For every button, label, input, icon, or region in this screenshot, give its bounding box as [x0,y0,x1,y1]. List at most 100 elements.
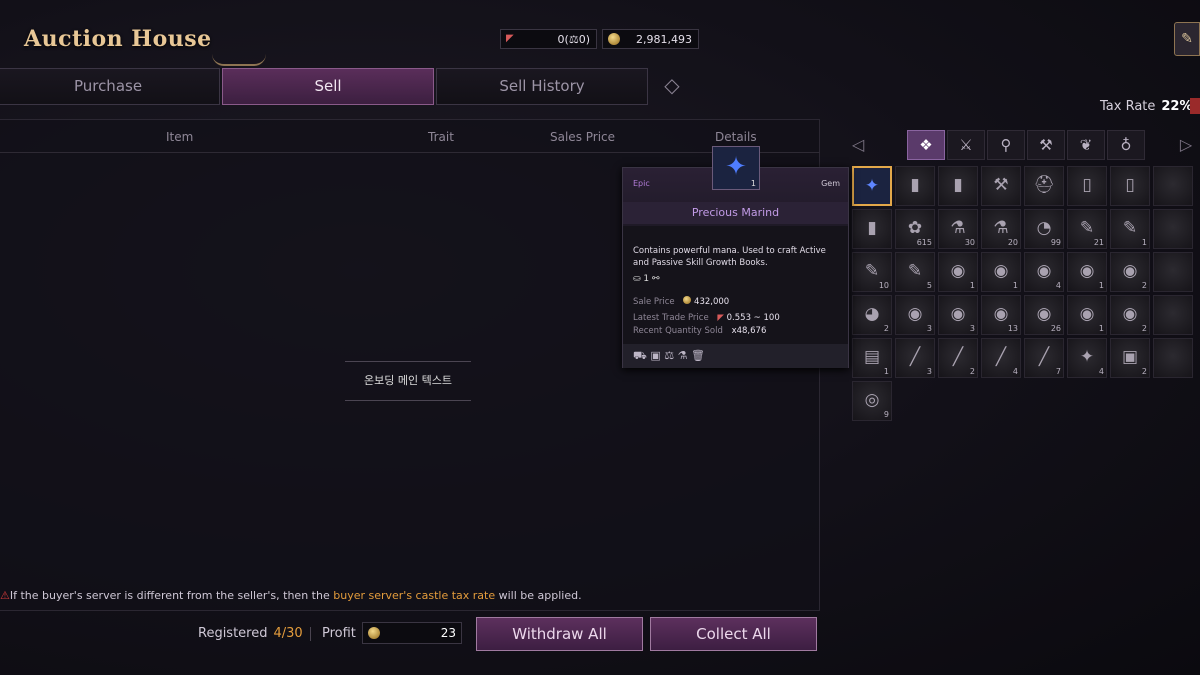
anvil-icon[interactable]: ⚒ [1027,130,1065,160]
inventory-slot[interactable]: ╱ 7 [1024,338,1064,378]
item-name: Precious Marind [623,202,848,224]
inventory-slot[interactable]: ✎ 10 [852,252,892,292]
inventory-slot[interactable]: ╱ 3 [895,338,935,378]
tax-rate-label: Tax Rate [1100,99,1156,114]
registered-label: Registered [198,626,268,641]
stack-icon: ⛀ [633,274,641,284]
inventory-slot[interactable]: ◉ 13 [981,295,1021,335]
inventory-slot[interactable]: ◉ 1 [938,252,978,292]
inventory-slot[interactable]: ▤ 1 [852,338,892,378]
inventory-slot[interactable]: ╱ 4 [981,338,1021,378]
slot-count: 5 [926,281,932,290]
collect-all-button[interactable]: Collect All [650,617,817,651]
inventory-slot[interactable]: ◉ 26 [1024,295,1064,335]
inventory-slot[interactable]: ▮ [852,209,892,249]
inventory-slot[interactable]: ✦ 4 [1067,338,1107,378]
sale-price-row: Sale Price 432,000 [633,296,729,307]
item-icon: ◉ [993,261,1009,281]
inventory-slot[interactable] [1153,209,1193,249]
box-icon[interactable]: ▣ [650,349,660,362]
latest-trade-label: Latest Trade Price [633,313,709,323]
all-items-icon[interactable]: ❖ [907,130,945,160]
latest-trade-value: 0.553 ~ 100 [726,313,780,323]
inventory-slot-selected[interactable]: ✦ [852,166,892,206]
inventory-slot[interactable]: ◉ 1 [1067,295,1107,335]
item-icon: ◉ [1036,261,1052,281]
inventory-slot[interactable]: ◉ 3 [938,295,978,335]
item-icon: ▣ [1121,347,1139,367]
inventory-slot[interactable]: ◉ 1 [1067,252,1107,292]
storage-icon[interactable]: ⛟ [633,349,647,362]
gold-value: 2,981,493 [636,32,692,46]
inventory-slot[interactable]: ◉ 3 [895,295,935,335]
inventory-slot[interactable]: ⚗ 30 [938,209,978,249]
slot-count: 2 [1141,281,1147,290]
tab-sell-history[interactable]: Sell History [436,68,648,105]
main-tabs: Purchase Sell Sell History ◇ [0,68,700,106]
scale-icon[interactable]: ⚖ [664,349,674,362]
footer-divider [310,627,311,641]
tooltip-actions: ⛟ ▣ ⚖ ⚗ 🗑 [623,344,848,368]
inventory-slot[interactable]: ⛑ [1024,166,1064,206]
item-icon: ▮ [910,175,920,195]
trade-mark-icon: ◤ [717,313,724,323]
slot-count: 4 [1098,367,1104,376]
slot-count: 10 [878,281,889,290]
bind-icon: ⚯ [652,274,660,284]
flask-icon[interactable]: ⚗ [678,349,688,362]
inventory-slot[interactable]: ▯ [1110,166,1150,206]
tab-scroll-arrow-icon[interactable]: ◇ [650,70,694,103]
tax-help-icon[interactable] [1190,98,1200,114]
inventory-slot[interactable]: ▣ 2 [1110,338,1150,378]
column-sales-price: Sales Price [550,130,616,144]
inventory-prev-arrow-icon[interactable]: ◁ [843,132,873,158]
potion-icon[interactable]: ⚲ [987,130,1025,160]
inventory-slot[interactable]: ✎ 5 [895,252,935,292]
item-icon: ▮ [953,175,963,195]
inventory-slot[interactable]: ◔ 99 [1024,209,1064,249]
sale-price-value: 432,000 [694,297,730,307]
page-title: Auction House [24,26,212,52]
inventory-slot[interactable]: ◎ 9 [852,381,892,421]
tab-sell[interactable]: Sell [222,68,434,105]
inventory-slot[interactable] [1153,166,1193,206]
inventory-slot[interactable]: ▮ [938,166,978,206]
item-icon: ⚗ [950,218,966,238]
inventory-slot[interactable]: ▮ [895,166,935,206]
inventory-slot[interactable]: ╱ 2 [938,338,978,378]
inventory-slot[interactable]: ◉ 2 [1110,295,1150,335]
inventory-slot[interactable] [1153,295,1193,335]
item-icon: ✎ [1079,218,1095,238]
inventory-slot[interactable]: ⚗ 20 [981,209,1021,249]
recent-qty-label: Recent Quantity Sold [633,326,723,336]
pouch-icon[interactable]: ♁ [1107,130,1145,160]
inventory-slot[interactable]: ✎ 21 [1067,209,1107,249]
inventory-slot[interactable]: ⚒ [981,166,1021,206]
tab-purchase[interactable]: Purchase [0,68,220,105]
tax-notice: ⚠If the buyer's server is different from… [0,589,582,602]
inventory-slot[interactable]: ◉ 2 [1110,252,1150,292]
inventory-slot[interactable] [1153,252,1193,292]
inventory-slot[interactable]: ◉ 4 [1024,252,1064,292]
slot-count: 1 [1141,238,1147,247]
inventory-slot[interactable]: ▯ [1067,166,1107,206]
item-icon: ✎ [864,261,880,281]
withdraw-all-button[interactable]: Withdraw All [476,617,643,651]
inventory-slot[interactable]: ◉ 1 [981,252,1021,292]
trash-icon[interactable]: 🗑 [691,349,705,362]
gold-balance: 2,981,493 [602,29,699,49]
gold-coin-icon [368,627,380,639]
herb-icon[interactable]: ❦ [1067,130,1105,160]
inventory-slot[interactable]: ✿ 615 [895,209,935,249]
item-description: Contains powerful mana. Used to craft Ac… [633,246,826,268]
inventory-slot[interactable] [1153,338,1193,378]
tax-rate: Tax Rate 22% [1100,99,1193,114]
inventory-slot[interactable]: ✎ 1 [1110,209,1150,249]
item-icon: ✦ [1079,347,1095,367]
inventory-slot[interactable]: ◕ 2 [852,295,892,335]
item-icon: ◉ [950,304,966,324]
inventory-next-arrow-icon[interactable]: ▷ [1171,132,1200,158]
onboarding-placeholder: 온보딩 메인 텍스트 [345,361,471,401]
ledger-icon[interactable]: ✎ [1174,22,1200,56]
weapon-icon[interactable]: ⚔ [947,130,985,160]
